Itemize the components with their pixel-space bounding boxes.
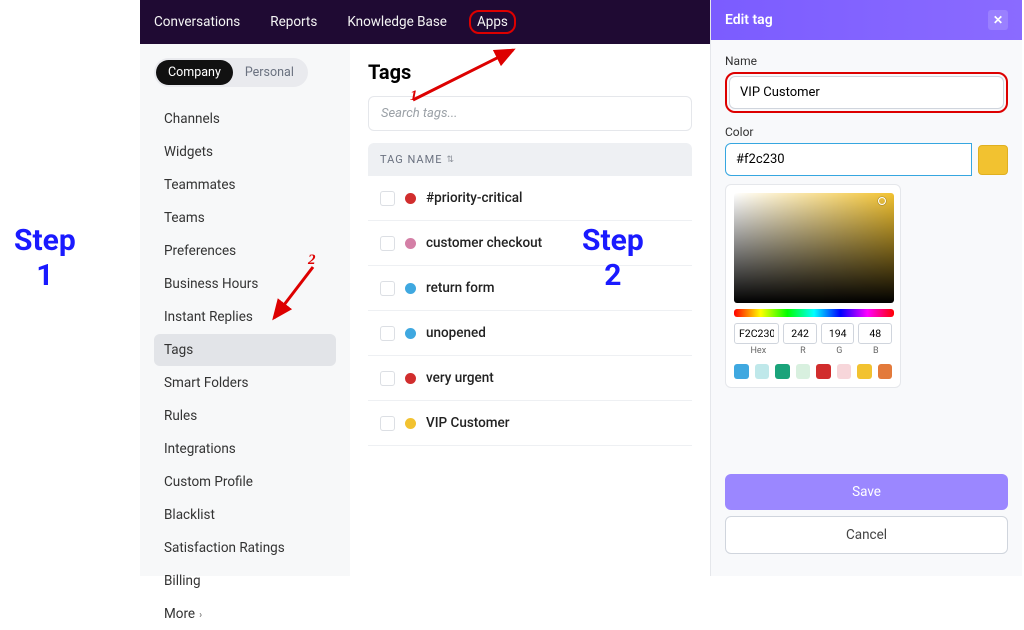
tag-label: #priority-critical	[426, 190, 522, 206]
scope-toggle: Company Personal	[154, 58, 308, 87]
sidebar-item-blacklist[interactable]: Blacklist	[154, 499, 336, 531]
tag-color-dot	[405, 238, 416, 249]
color-label: Color	[725, 125, 1008, 139]
tag-color-dot	[405, 373, 416, 384]
name-label: Name	[725, 54, 1008, 68]
sidebar-item-custom-profile[interactable]: Custom Profile	[154, 466, 336, 498]
channel-labels: HexRGB	[734, 346, 892, 356]
table-header[interactable]: TAG NAME ⇅	[368, 143, 692, 176]
sort-icon: ⇅	[446, 155, 455, 165]
hue-slider[interactable]	[734, 309, 894, 317]
tag-label: customer checkout	[426, 235, 542, 251]
app-body: Company Personal Channels Widgets Teamma…	[140, 44, 710, 576]
sidebar-item-tags[interactable]: Tags	[154, 334, 336, 366]
tag-name-input[interactable]	[729, 76, 1004, 109]
nav-apps[interactable]: Apps	[469, 10, 516, 34]
edit-tag-modal: Edit tag ✕ Name Color HexRGB	[710, 0, 1022, 576]
annotation-arrow-1	[408, 45, 523, 105]
r-field[interactable]	[783, 323, 817, 344]
sidebar-item-satisfaction-ratings[interactable]: Satisfaction Ratings	[154, 532, 336, 564]
sidebar-item-channels[interactable]: Channels	[154, 103, 336, 135]
sidebar-item-smart-folders[interactable]: Smart Folders	[154, 367, 336, 399]
tag-color-dot	[405, 328, 416, 339]
table-row[interactable]: unopened	[368, 311, 692, 356]
close-icon[interactable]: ✕	[988, 10, 1008, 30]
sidebar-item-more[interactable]: More›	[154, 598, 336, 630]
table-row[interactable]: VIP Customer	[368, 401, 692, 446]
preset-swatch[interactable]	[755, 364, 770, 379]
modal-title: Edit tag	[725, 12, 773, 28]
row-checkbox[interactable]	[380, 326, 395, 341]
color-hex-input[interactable]	[725, 143, 972, 176]
annotation-step-1: Step1	[14, 224, 76, 293]
color-picker: HexRGB	[725, 184, 901, 388]
tag-label: VIP Customer	[426, 415, 510, 431]
preset-swatch[interactable]	[857, 364, 872, 379]
annotation-step-2: Step2	[582, 224, 644, 293]
tag-label: very urgent	[426, 370, 494, 386]
preset-swatch[interactable]	[816, 364, 831, 379]
preset-swatch[interactable]	[796, 364, 811, 379]
hex-field[interactable]	[734, 323, 779, 344]
tag-color-dot	[405, 283, 416, 294]
tag-label: unopened	[426, 325, 486, 341]
name-field-highlight	[725, 72, 1008, 113]
sidebar-item-widgets[interactable]: Widgets	[154, 136, 336, 168]
b-field[interactable]	[858, 323, 892, 344]
sidebar-item-teammates[interactable]: Teammates	[154, 169, 336, 201]
row-checkbox[interactable]	[380, 416, 395, 431]
column-tag-name: TAG NAME	[380, 153, 442, 166]
row-checkbox[interactable]	[380, 371, 395, 386]
saturation-value-field[interactable]	[734, 193, 894, 303]
chevron-right-icon: ›	[199, 610, 202, 621]
tab-company[interactable]: Company	[156, 60, 233, 85]
preset-swatch[interactable]	[878, 364, 893, 379]
sidebar-item-integrations[interactable]: Integrations	[154, 433, 336, 465]
tab-personal[interactable]: Personal	[233, 60, 306, 85]
annotation-arrow-2	[268, 263, 318, 323]
nav-conversations[interactable]: Conversations	[154, 14, 240, 30]
nav-reports[interactable]: Reports	[270, 14, 317, 30]
preset-swatch[interactable]	[734, 364, 749, 379]
row-checkbox[interactable]	[380, 191, 395, 206]
cancel-button[interactable]: Cancel	[725, 516, 1008, 554]
row-checkbox[interactable]	[380, 281, 395, 296]
save-button[interactable]: Save	[725, 474, 1008, 510]
sidebar-item-teams[interactable]: Teams	[154, 202, 336, 234]
nav-knowledge-base[interactable]: Knowledge Base	[347, 14, 447, 30]
top-nav: Conversations Reports Knowledge Base App…	[140, 0, 710, 44]
sidebar: Company Personal Channels Widgets Teamma…	[140, 44, 350, 576]
preset-swatches	[734, 364, 892, 379]
table-row[interactable]: very urgent	[368, 356, 692, 401]
preset-swatch[interactable]	[837, 364, 852, 379]
tag-color-dot	[405, 418, 416, 429]
current-color-swatch	[978, 145, 1008, 175]
sidebar-item-billing[interactable]: Billing	[154, 565, 336, 597]
tag-label: return form	[426, 280, 494, 296]
row-checkbox[interactable]	[380, 236, 395, 251]
sidebar-list: Channels Widgets Teammates Teams Prefere…	[154, 103, 336, 630]
sidebar-item-rules[interactable]: Rules	[154, 400, 336, 432]
preset-swatch[interactable]	[775, 364, 790, 379]
sv-thumb[interactable]	[878, 197, 886, 205]
modal-header: Edit tag ✕	[711, 0, 1022, 40]
tag-color-dot	[405, 193, 416, 204]
table-row[interactable]: #priority-critical	[368, 176, 692, 221]
main-pane: Tags TAG NAME ⇅ #priority-criticalcustom…	[350, 44, 710, 576]
g-field[interactable]	[821, 323, 855, 344]
